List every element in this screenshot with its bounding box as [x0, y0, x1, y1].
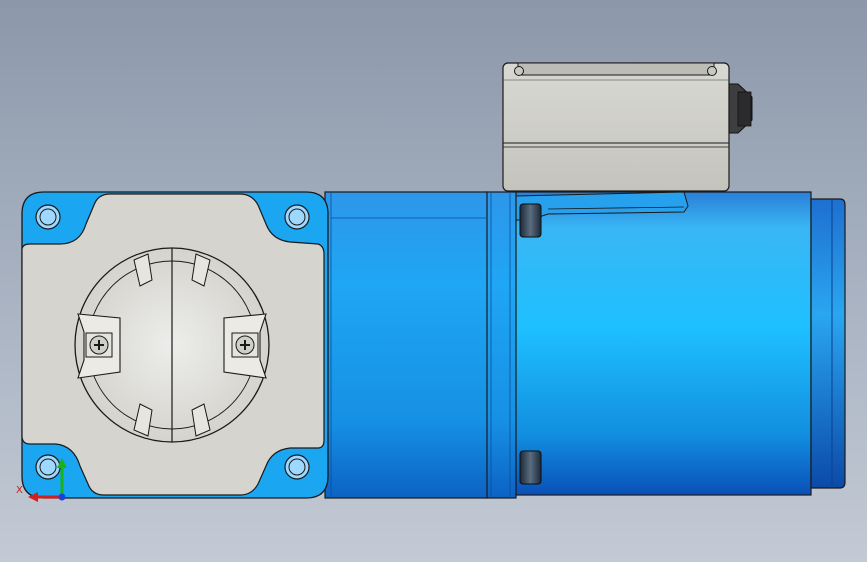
- motor-housing: [514, 191, 846, 496]
- output-shaft-boss: [74, 247, 270, 443]
- gear-motor-drawing: [21, 62, 846, 502]
- motor-flange: [485, 191, 517, 499]
- gearbox-body: [324, 191, 488, 499]
- x-axis-label: X: [16, 485, 23, 496]
- cad-viewport[interactable]: X: [0, 0, 867, 562]
- terminal-box: [502, 62, 730, 192]
- cable-gland: [728, 83, 753, 134]
